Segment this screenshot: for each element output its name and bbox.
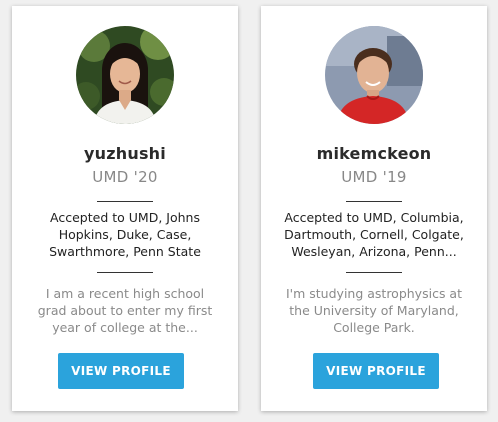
- divider: [97, 272, 153, 273]
- username: mikemckeon: [316, 144, 432, 163]
- view-profile-button[interactable]: VIEW PROFILE: [58, 353, 184, 389]
- bio-text: I am a recent high school grad about to …: [37, 286, 213, 335]
- profile-card: yuzhushi UMD '20 Accepted to UMD, Johns …: [12, 6, 238, 411]
- accepted-schools: Accepted to UMD, Johns Hopkins, Duke, Ca…: [49, 210, 201, 259]
- avatar[interactable]: [325, 26, 423, 124]
- bio-text: I'm studying astrophysics at the Univers…: [286, 286, 462, 335]
- accepted-schools: Accepted to UMD, Columbia, Dartmouth, Co…: [284, 210, 464, 259]
- username: yuzhushi: [84, 144, 166, 163]
- school-year: UMD '20: [92, 168, 158, 186]
- avatar[interactable]: [76, 26, 174, 124]
- divider: [97, 201, 153, 202]
- profile-card: mikemckeon UMD '19 Accepted to UMD, Colu…: [261, 6, 487, 411]
- profile-cards-page: yuzhushi UMD '20 Accepted to UMD, Johns …: [0, 0, 498, 422]
- view-profile-button[interactable]: VIEW PROFILE: [313, 353, 439, 389]
- divider: [346, 272, 402, 273]
- divider: [346, 201, 402, 202]
- school-year: UMD '19: [341, 168, 407, 186]
